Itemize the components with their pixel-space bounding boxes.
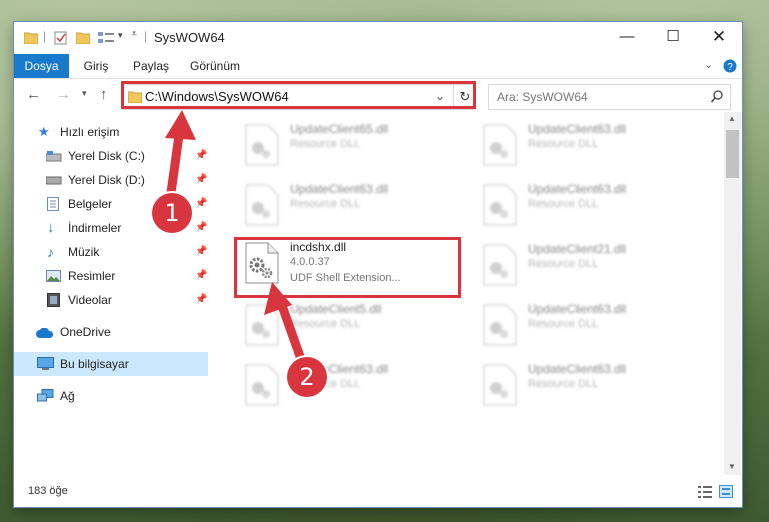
annotation-arrows [165, 110, 307, 367]
arrow-2 [264, 282, 307, 367]
step-2-badge: 2 [287, 357, 327, 397]
arrow-1 [165, 110, 196, 205]
step-1-badge: 1 [152, 193, 192, 233]
